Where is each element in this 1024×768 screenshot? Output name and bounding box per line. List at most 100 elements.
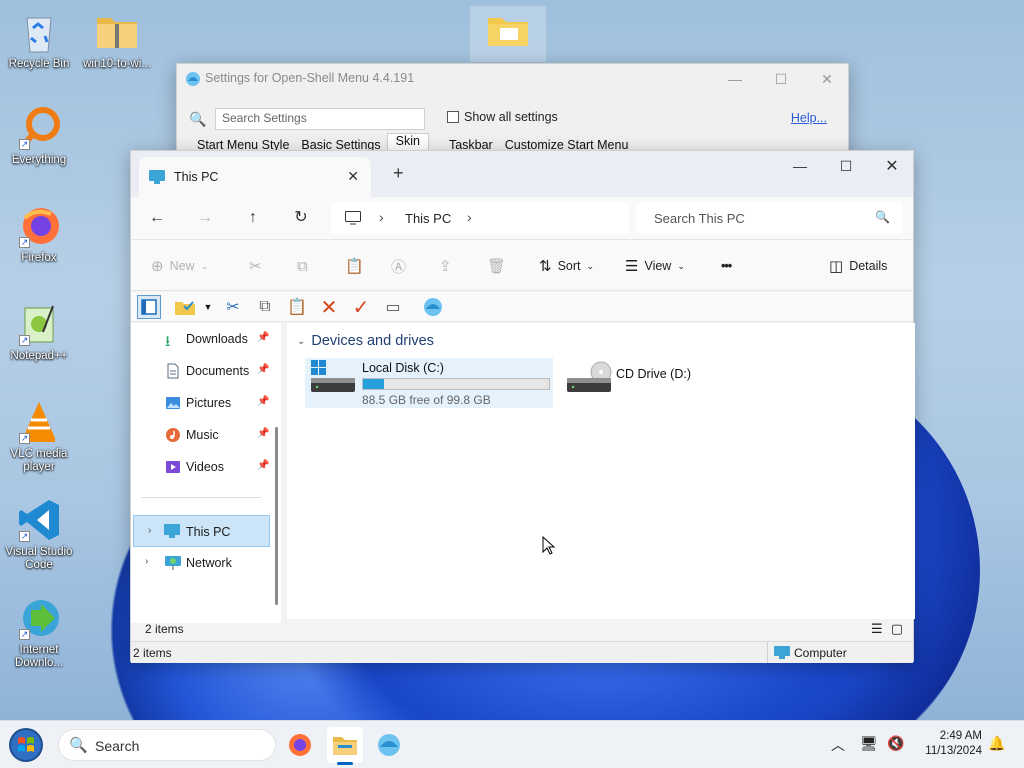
delete-icon[interactable]: ✕: [317, 295, 341, 319]
navigation-pane-icon[interactable]: [137, 295, 161, 319]
taskbar-search[interactable]: 🔍 Search: [58, 729, 276, 761]
chevron-right-icon[interactable]: ›: [379, 209, 384, 225]
folder-options-icon[interactable]: [173, 295, 197, 319]
open-shell-toolbar: ▼ ✂ ⧉ 📋 ✕ ✓ ▭: [131, 292, 913, 322]
paste-icon[interactable]: 📋: [345, 256, 364, 276]
refresh-button[interactable]: ↻: [289, 206, 313, 230]
drive-usage-bar: [362, 378, 550, 390]
new-button[interactable]: ⊕ New ⌄: [151, 256, 208, 276]
desktop-icon-firefox[interactable]: ↗ Firefox: [1, 204, 77, 265]
back-button[interactable]: ←: [145, 206, 169, 230]
start-button[interactable]: [8, 727, 44, 763]
sidebar-item-this-pc[interactable]: › This PC: [133, 515, 270, 547]
explorer-tab[interactable]: This PC ✕: [139, 157, 371, 197]
checkmark-icon[interactable]: ✓: [349, 295, 373, 319]
up-button[interactable]: ↑: [241, 206, 265, 230]
address-bar[interactable]: › This PC ›: [331, 202, 629, 234]
checkbox-box[interactable]: [447, 111, 459, 123]
item-count: 2 items: [145, 622, 184, 636]
open-shell-icon[interactable]: [421, 295, 445, 319]
search-icon: 🔍: [189, 111, 207, 127]
view-button[interactable]: ☰ View ⌄: [625, 256, 685, 276]
tiles-view-icon[interactable]: ▢: [891, 621, 903, 637]
forward-button[interactable]: →: [193, 206, 217, 230]
paste-icon[interactable]: 📋: [285, 295, 309, 319]
folder-icon: [488, 18, 528, 46]
status-bar: 2 items Computer: [131, 641, 913, 663]
rename-icon[interactable]: Ⓐ: [391, 256, 406, 276]
cut-icon[interactable]: ✂: [221, 295, 245, 319]
taskbar-firefox[interactable]: [282, 727, 318, 763]
minimize-button[interactable]: —: [712, 64, 758, 94]
taskbar-open-shell[interactable]: [371, 727, 407, 763]
zip-folder-icon: [95, 10, 139, 54]
chevron-right-icon[interactable]: ›: [145, 556, 148, 567]
chevron-down-icon: ⌄: [677, 260, 685, 271]
desktop-selected-folder[interactable]: [470, 6, 546, 62]
show-all-settings-checkbox[interactable]: Show all settings: [447, 110, 558, 124]
window-title: Settings for Open-Shell Menu 4.4.191: [205, 71, 415, 85]
sidebar-item-music[interactable]: Music 📌: [131, 419, 281, 451]
chevron-up-icon[interactable]: ︿: [831, 735, 845, 755]
everything-icon: ↗: [17, 106, 61, 150]
sidebar-item-downloads[interactable]: ⭳ Downloads 📌: [131, 323, 281, 355]
group-header[interactable]: ⌄ Devices and drives: [297, 333, 434, 349]
maximize-button[interactable]: ☐: [758, 64, 804, 94]
cut-icon[interactable]: ✂: [249, 256, 262, 276]
sidebar-item-videos[interactable]: Videos 📌: [131, 451, 281, 483]
network-icon[interactable]: 🖥: [860, 735, 878, 752]
copy-icon[interactable]: ⧉: [297, 256, 308, 276]
details-pane-icon: ◫: [829, 258, 844, 275]
view-toggle: ☰ ▢: [871, 621, 903, 637]
details-view-icon[interactable]: ☰: [871, 621, 883, 637]
chevron-right-icon[interactable]: ›: [467, 209, 472, 225]
delete-icon[interactable]: 🗑: [487, 256, 506, 276]
breadcrumb[interactable]: This PC: [405, 211, 451, 226]
copy-icon[interactable]: ⧉: [253, 295, 277, 319]
pin-icon: 📌: [257, 364, 270, 375]
divider: [141, 497, 261, 498]
nav-scrollbar[interactable]: [275, 427, 278, 605]
maximize-button[interactable]: ☐: [823, 151, 869, 181]
more-options-button[interactable]: •••: [721, 256, 732, 276]
desktop-icon-recycle-bin[interactable]: Recycle Bin: [1, 10, 77, 71]
sidebar-item-pictures[interactable]: Pictures 📌: [131, 387, 281, 419]
command-bar: ⊕ New ⌄ ✂ ⧉ 📋 Ⓐ ⇪ 🗑 ⇅ Sort ⌄ ☰ View ⌄ ••…: [131, 239, 913, 291]
volume-icon[interactable]: 🔇: [887, 735, 904, 752]
properties-icon[interactable]: ▭: [381, 295, 405, 319]
drive-d[interactable]: CD Drive (D:): [561, 358, 731, 408]
sidebar-item-documents[interactable]: Documents 📌: [131, 355, 281, 387]
recycle-bin-icon: [17, 10, 61, 54]
desktop-icon-vscode[interactable]: ↗ Visual Studio Code: [1, 498, 77, 572]
desktop-icon-notepadpp[interactable]: ↗ Notepad++: [1, 302, 77, 363]
desktop-icon-vlc[interactable]: ↗ VLC media player: [1, 400, 77, 474]
minimize-button[interactable]: —: [777, 151, 823, 181]
share-icon[interactable]: ⇪: [439, 256, 452, 276]
this-pc-icon: [149, 170, 165, 184]
chevron-right-icon[interactable]: ›: [148, 525, 151, 536]
chevron-down-icon[interactable]: ▼: [201, 295, 215, 319]
close-button[interactable]: ✕: [804, 64, 850, 94]
close-button[interactable]: ✕: [869, 151, 915, 181]
new-tab-button[interactable]: +: [393, 163, 404, 184]
pin-icon: 📌: [257, 396, 270, 407]
search-input[interactable]: Search This PC 🔍: [636, 202, 902, 234]
download-icon: ⭳: [165, 333, 171, 350]
details-button[interactable]: ◫ Details: [829, 256, 887, 276]
help-link[interactable]: Help...: [791, 111, 827, 125]
windows-start-icon: [9, 728, 43, 762]
chevron-down-icon: ⌄: [297, 335, 306, 347]
clock[interactable]: 2:49 AM 11/13/2024: [912, 729, 982, 759]
sidebar-item-network[interactable]: › Network: [131, 547, 281, 579]
desktop-icon-zip-folder[interactable]: win10-to-wi...: [79, 10, 155, 71]
taskbar-file-explorer[interactable]: [327, 727, 363, 765]
tab-bar: This PC ✕ + — ☐ ✕: [131, 151, 913, 197]
desktop-icon-idm[interactable]: ↗ Internet Downlo...: [1, 596, 77, 670]
sort-button[interactable]: ⇅ Sort ⌄: [539, 256, 594, 276]
close-tab-icon[interactable]: ✕: [347, 168, 359, 185]
desktop-icon-everything[interactable]: ↗ Everything: [1, 106, 77, 167]
notification-bell-icon[interactable]: 🔔: [988, 735, 1005, 752]
content-area: ⌄ Devices and drives Local Disk (C:) 88.…: [287, 323, 915, 619]
settings-search-input[interactable]: Search Settings: [215, 108, 425, 130]
drive-c[interactable]: Local Disk (C:) 88.5 GB free of 99.8 GB: [305, 358, 553, 408]
